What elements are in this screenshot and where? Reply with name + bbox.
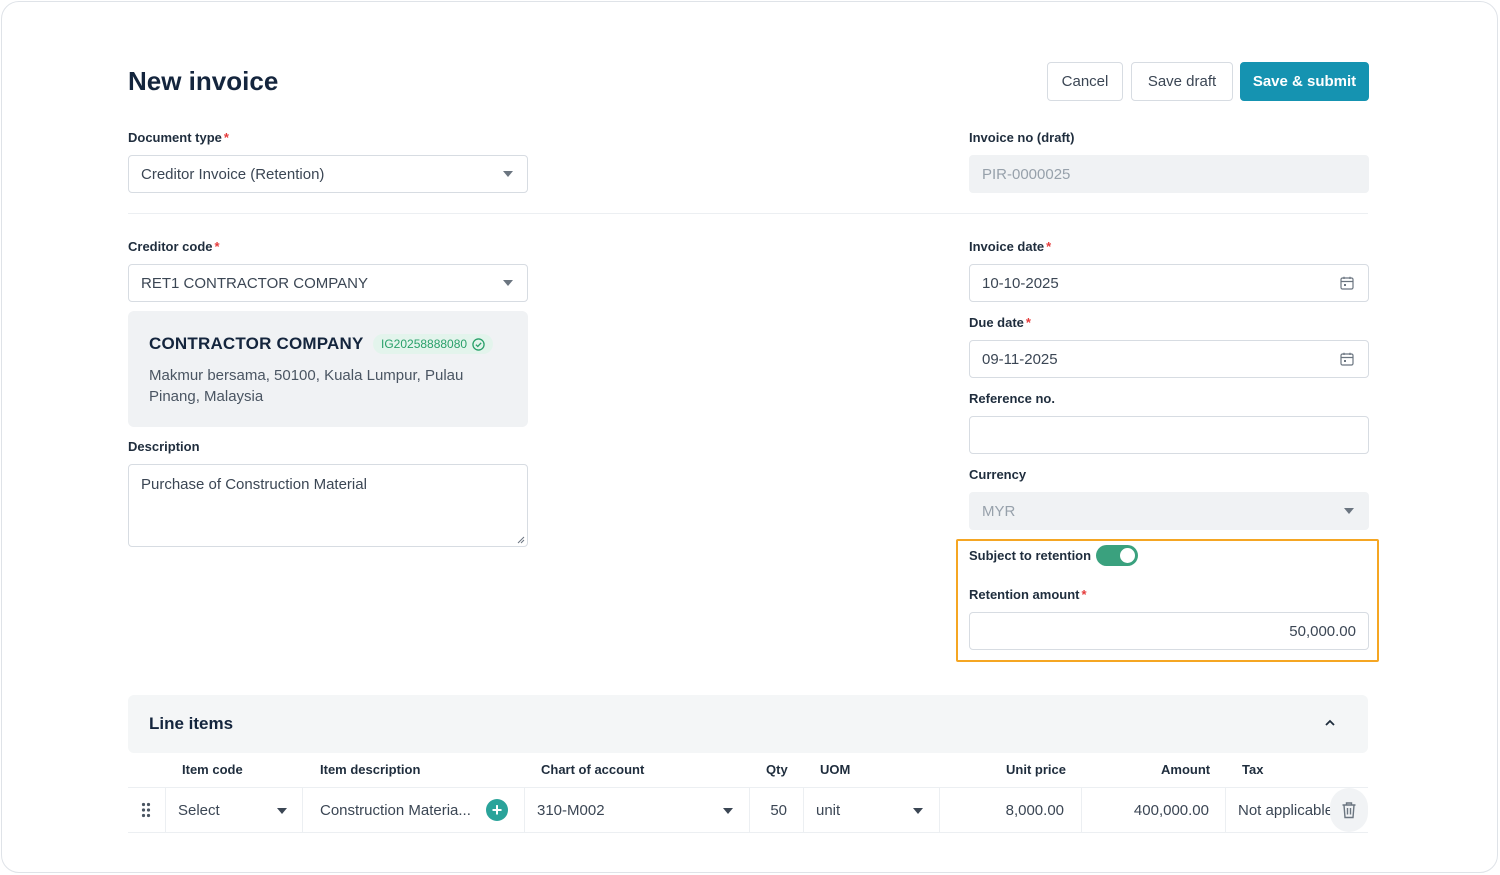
invoice-date-label-text: Invoice date	[969, 239, 1045, 254]
caret-down-icon	[723, 808, 733, 814]
reference-no-label: Reference no.	[969, 391, 1055, 406]
creditor-code-value: RET1 CONTRACTOR COMPANY	[141, 274, 368, 292]
tax-id-text: IG20258888080	[381, 337, 468, 351]
calendar-icon[interactable]	[1340, 352, 1354, 366]
tax-value: Not applicable	[1238, 801, 1333, 819]
delete-row-button[interactable]	[1330, 788, 1368, 832]
chart-of-account-select[interactable]: 310-M002	[524, 788, 749, 832]
resize-grip-icon[interactable]	[517, 536, 525, 544]
unit-price-input[interactable]: 8,000.00	[939, 788, 1081, 832]
invoice-date-value: 10-10-2025	[982, 274, 1059, 292]
document-type-select[interactable]: Creditor Invoice (Retention)	[128, 155, 528, 193]
reference-no-input[interactable]	[969, 416, 1369, 454]
amount-cell: 400,000.00	[1081, 788, 1225, 832]
item-description-value: Construction Materia...	[320, 801, 471, 819]
table-row: Select Construction Materia... + 310-M00…	[128, 787, 1368, 833]
column-header-amount: Amount	[1161, 762, 1211, 777]
chart-of-account-value: 310-M002	[537, 801, 605, 819]
description-label: Description	[128, 439, 200, 454]
caret-down-icon	[913, 808, 923, 814]
currency-select: MYR	[969, 492, 1369, 530]
drag-handle-icon[interactable]	[141, 802, 151, 818]
due-date-label-text: Due date	[969, 315, 1024, 330]
save-draft-button[interactable]: Save draft	[1131, 62, 1233, 101]
description-value: Purchase of Construction Material	[141, 476, 367, 493]
retention-toggle-label: Subject to retention	[969, 548, 1092, 563]
retention-amount-value: 50,000.00	[1289, 622, 1356, 640]
currency-label: Currency	[969, 467, 1027, 482]
description-textarea[interactable]: Purchase of Construction Material	[128, 464, 528, 547]
save-submit-button[interactable]: Save & submit	[1240, 62, 1369, 101]
page-title: New invoice	[128, 66, 279, 96]
creditor-code-label-text: Creditor code	[128, 239, 213, 254]
required-marker: *	[223, 130, 229, 145]
trash-icon	[1342, 802, 1356, 819]
document-type-label-text: Document type	[128, 130, 222, 145]
due-date-input[interactable]: 09-11-2025	[969, 340, 1369, 378]
invoice-date-label: Invoice date *	[969, 239, 1051, 254]
creditor-code-label: Creditor code *	[128, 239, 220, 254]
qty-input[interactable]: 50	[749, 788, 803, 832]
amount-value: 400,000.00	[1133, 801, 1209, 819]
retention-toggle[interactable]	[1096, 545, 1138, 566]
creditor-info-card: CONTRACTOR COMPANY IG20258888080 Makmur …	[128, 311, 528, 427]
line-items-header[interactable]: Line items	[128, 695, 1368, 753]
unit-price-value: 8,000.00	[1005, 801, 1064, 819]
retention-amount-input[interactable]: 50,000.00	[969, 612, 1369, 650]
caret-down-icon	[1344, 508, 1354, 514]
retention-amount-label-text: Retention amount	[969, 587, 1080, 602]
required-marker: *	[1025, 315, 1031, 330]
column-header-chart-of-account: Chart of account	[541, 762, 645, 777]
tax-select[interactable]: Not applicable	[1225, 788, 1333, 832]
invoice-no-value: PIR-0000025	[982, 165, 1071, 183]
due-date-value: 09-11-2025	[982, 350, 1058, 368]
column-header-unit-price: Unit price	[1006, 762, 1066, 777]
column-header-tax: Tax	[1242, 762, 1264, 777]
cancel-button[interactable]: Cancel	[1047, 62, 1123, 101]
calendar-icon[interactable]	[1340, 276, 1354, 290]
column-header-uom: UOM	[820, 762, 851, 777]
required-marker: *	[1081, 587, 1087, 602]
document-type-value: Creditor Invoice (Retention)	[141, 165, 325, 183]
required-marker: *	[214, 239, 220, 254]
column-header-qty: Qty	[766, 762, 788, 777]
tax-id-badge: IG20258888080	[373, 334, 494, 354]
invoice-window: New invoice Cancel Save draft Save & sub…	[1, 1, 1498, 873]
due-date-label: Due date *	[969, 315, 1031, 330]
toggle-knob	[1120, 548, 1135, 563]
creditor-code-select[interactable]: RET1 CONTRACTOR COMPANY	[128, 264, 528, 302]
invoice-no-label: Invoice no (draft)	[969, 130, 1075, 145]
creditor-name: CONTRACTOR COMPANY	[149, 334, 364, 353]
column-header-item-description: Item description	[320, 762, 421, 777]
creditor-address: Makmur bersama, 50100, Kuala Lumpur, Pul…	[149, 367, 464, 405]
required-marker: *	[1046, 239, 1052, 254]
document-type-label: Document type *	[128, 130, 229, 145]
qty-value: 50	[770, 801, 787, 819]
caret-down-icon	[503, 280, 513, 286]
uom-value: unit	[816, 801, 841, 819]
invoice-no-field: PIR-0000025	[969, 155, 1369, 193]
caret-down-icon	[503, 171, 513, 177]
chevron-up-icon[interactable]	[1324, 717, 1336, 729]
check-circle-icon	[472, 337, 485, 351]
item-code-value: Select	[178, 801, 220, 819]
section-divider	[128, 213, 1368, 214]
invoice-date-input[interactable]: 10-10-2025	[969, 264, 1369, 302]
line-items-title: Line items	[149, 714, 234, 733]
add-icon[interactable]: +	[486, 799, 508, 821]
caret-down-icon	[277, 808, 287, 814]
column-header-item-code: Item code	[182, 762, 243, 777]
retention-amount-label: Retention amount *	[969, 587, 1087, 602]
currency-value: MYR	[982, 502, 1016, 520]
